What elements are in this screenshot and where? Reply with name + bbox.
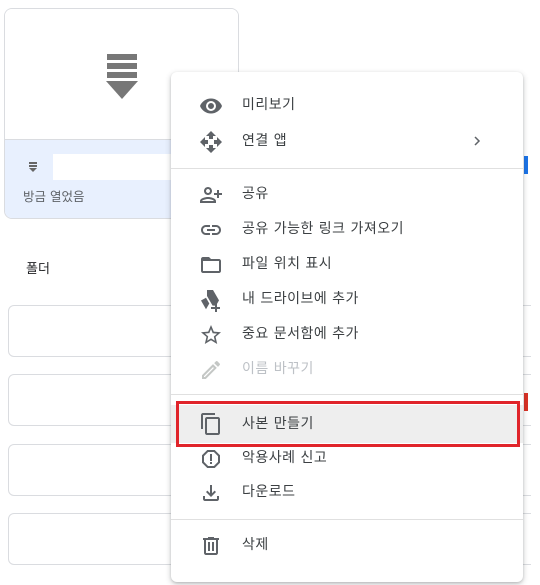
drive-add-icon bbox=[201, 290, 220, 312]
menu-divider bbox=[171, 394, 523, 395]
menu-item-label: 공유 가능한 링크 가져오기 bbox=[242, 221, 405, 237]
menu-item-delete[interactable]: 삭제 bbox=[171, 529, 523, 562]
menu-divider bbox=[171, 519, 523, 520]
folder-icon bbox=[201, 257, 221, 273]
file-name-redacted bbox=[53, 154, 171, 180]
person-add-icon bbox=[200, 187, 222, 203]
menu-item-label: 미리보기 bbox=[242, 97, 296, 113]
menu-item-open-with[interactable]: 연결 앱 bbox=[171, 125, 523, 158]
file-type-icon bbox=[106, 54, 138, 99]
menu-item-label: 내 드라이브에 추가 bbox=[242, 291, 359, 307]
menu-item-label: 다운로드 bbox=[242, 484, 296, 500]
chevron-right-icon bbox=[474, 136, 481, 146]
folders-section-label: 폴더 bbox=[26, 262, 50, 277]
highlight-box bbox=[176, 401, 520, 447]
report-icon bbox=[202, 450, 220, 468]
folder-card[interactable] bbox=[8, 374, 180, 426]
menu-item-rename[interactable]: 이름 바꾸기 bbox=[171, 353, 523, 386]
folder-card[interactable] bbox=[8, 305, 180, 357]
menu-item-label: 삭제 bbox=[242, 537, 269, 553]
file-type-small-icon bbox=[29, 162, 37, 172]
eye-icon bbox=[200, 98, 222, 114]
menu-item-label: 파일 위치 표시 bbox=[242, 256, 333, 272]
status-indicator bbox=[524, 393, 528, 411]
link-icon bbox=[201, 225, 221, 235]
menu-item-add-to-starred[interactable]: 중요 문서함에 추가 bbox=[171, 318, 523, 351]
star-icon bbox=[201, 325, 221, 344]
menu-item-label: 연결 앱 bbox=[242, 133, 288, 149]
download-icon bbox=[203, 485, 219, 501]
menu-item-get-link[interactable]: 공유 가능한 링크 가져오기 bbox=[171, 213, 523, 246]
menu-item-add-to-drive[interactable]: 내 드라이브에 추가 bbox=[171, 283, 523, 316]
pencil-icon bbox=[202, 361, 220, 379]
menu-item-show-location[interactable]: 파일 위치 표시 bbox=[171, 248, 523, 281]
context-menu: 미리보기 연결 앱 공유 공유 가능한 링크 가져오기 파일 위치 표시 내 드… bbox=[171, 72, 523, 582]
selection-indicator bbox=[524, 156, 528, 174]
folder-card[interactable] bbox=[8, 513, 180, 565]
move-arrows-icon bbox=[200, 131, 222, 153]
menu-item-download[interactable]: 다운로드 bbox=[171, 476, 523, 509]
folder-card[interactable] bbox=[8, 444, 180, 496]
menu-item-label: 공유 bbox=[242, 186, 269, 202]
trash-icon bbox=[203, 537, 219, 555]
menu-divider bbox=[171, 168, 523, 169]
menu-item-label: 이름 바꾸기 bbox=[242, 361, 314, 377]
menu-item-label: 중요 문서함에 추가 bbox=[242, 326, 359, 342]
menu-item-preview[interactable]: 미리보기 bbox=[171, 89, 523, 122]
menu-item-share[interactable]: 공유 bbox=[171, 178, 523, 211]
file-card-subtitle: 방금 열었음 bbox=[23, 189, 85, 204]
